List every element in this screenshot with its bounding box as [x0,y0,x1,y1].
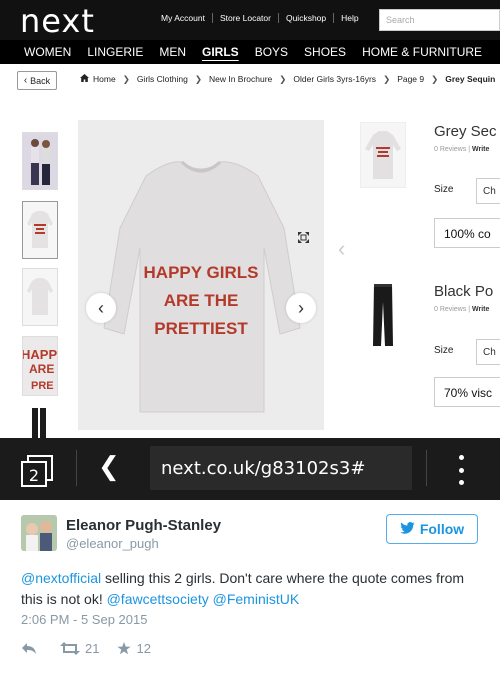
reply-button[interactable] [21,642,42,655]
related-product-1-image[interactable] [360,122,406,188]
related-product-2-composition: 70% visc [434,377,500,407]
nav-item-lingerie[interactable]: LINGERIE [79,45,151,59]
related-product-1-composition: 100% co [434,218,500,248]
print-line-2: ARE THE [164,291,239,310]
related-product-1-size-label: Size [434,184,454,195]
review-count: 0 Reviews [434,146,467,153]
chevron-right-icon: ❯ [194,74,202,84]
print-line-1: HAPPY GIRLS [144,263,259,282]
back-label: Back [30,75,51,86]
nav-item-girls[interactable]: GIRLS [194,45,247,59]
util-link-help[interactable]: Help [334,13,365,23]
write-review-link[interactable]: Write [472,306,489,313]
related-product-2-size-label: Size [434,345,454,356]
tabs-icon: 2 [21,455,53,487]
print-line-3: PRETTIEST [154,319,248,338]
overflow-menu-icon[interactable] [455,455,467,485]
like-button[interactable]: 12 [117,641,151,656]
breadcrumb-current: Grey Sequin [445,74,496,84]
breadcrumb-older-girls[interactable]: Older Girls 3yrs-16yrs [293,74,376,85]
svg-text:PRE: PRE [31,380,54,392]
like-count: 12 [136,641,151,656]
site-header: next My Account Store Locator Quickshop … [0,0,500,40]
browser-back-icon[interactable]: ❮ [98,452,120,482]
svg-text:ARE: ARE [29,362,54,376]
breadcrumb-trail: Home ❯ Girls Clothing ❯ New In Brochure … [80,74,495,85]
util-link-quickshop[interactable]: Quickshop [279,13,335,23]
utility-links: My Account Store Locator Quickshop Help [154,13,366,23]
chevron-right-icon: › [298,297,304,318]
breadcrumb-page[interactable]: Page 9 [397,74,424,85]
breadcrumb: ‹ Back Home ❯ Girls Clothing ❯ New In Bro… [0,64,500,96]
browser-toolbar: 2 ❮ next.co.uk/g83102s3# [0,438,500,500]
write-review-link[interactable]: Write [472,146,489,153]
mention-feministuk[interactable]: @FeministUK [213,591,300,607]
nav-item-boys[interactable]: BOYS [247,45,296,59]
reply-icon [22,643,36,654]
chevron-left-icon: ‹ [23,75,28,86]
tabs-button[interactable]: 2 [20,454,54,488]
util-link-store-locator[interactable]: Store Locator [213,13,279,23]
follow-label: Follow [419,521,465,537]
tab-count: 2 [29,466,39,485]
retweet-button[interactable]: 21 [60,641,99,656]
nav-item-women[interactable]: WOMEN [0,45,79,59]
next-image-button[interactable]: › [286,293,316,323]
thumbnail-print-closeup[interactable]: HAPPY ARE PRE [22,336,58,396]
tweet-text: @nextofficial selling this 2 girls. Don'… [21,568,481,610]
tweet-author-handle[interactable]: @eleanor_pugh [66,536,159,551]
tweet-actions: 21 12 [21,641,169,656]
toolbar-divider [76,450,77,486]
chevron-right-icon: ❯ [122,74,130,84]
nav-item-shoes[interactable]: SHOES [296,45,354,59]
nav-item-men[interactable]: MEN [151,45,194,59]
related-product-2-title[interactable]: Black Po [434,283,493,300]
thumbnail-model-legs[interactable] [22,406,58,438]
twitter-bird-icon [400,521,415,537]
chevron-right-icon: ❯ [431,74,439,84]
retweet-icon [60,642,80,655]
expand-icon[interactable] [298,231,309,246]
product-area: HAPPY ARE PRE HAPPY GIRLS ARE THE PRETTI… [0,96,500,438]
nav-item-home-furniture[interactable]: HOME & FURNITURE [354,45,490,59]
home-icon[interactable] [80,74,89,85]
chevron-right-icon: ❯ [383,74,391,84]
thumbnail-tshirt-back[interactable] [22,268,58,326]
related-product-2-image[interactable] [360,282,406,348]
breadcrumb-new-in-brochure[interactable]: New In Brochure [209,74,272,85]
search-input[interactable]: Search [379,9,500,31]
tweet-author-name[interactable]: Eleanor Pugh-Stanley [66,517,221,534]
review-count: 0 Reviews [434,306,467,313]
related-product-1-reviews[interactable]: 0 Reviews | Write [434,146,489,153]
tweet-timestamp[interactable]: 2:06 PM - 5 Sep 2015 [21,612,147,627]
svg-text:HAPPY: HAPPY [23,347,57,362]
thumbnail-tshirt-front[interactable] [22,201,58,259]
mention-fawcettsociety[interactable]: @fawcettsociety [107,591,209,607]
toolbar-divider [426,450,427,486]
breadcrumb-home[interactable]: Home [93,74,116,85]
back-button[interactable]: ‹ Back [17,71,57,90]
main-nav: WOMEN LINGERIE MEN GIRLS BOYS SHOES HOME… [0,40,500,64]
star-icon [117,642,132,655]
previous-image-button[interactable]: ‹ [86,293,116,323]
related-product-2-size-select[interactable]: Ch [476,339,500,365]
related-product-1-size-select[interactable]: Ch [476,178,500,204]
chevron-right-icon: ❯ [279,74,287,84]
avatar[interactable] [21,515,57,551]
related-previous-arrow-icon[interactable]: ‹ [338,236,345,262]
breadcrumb-girls-clothing[interactable]: Girls Clothing [137,74,188,85]
mention-nextofficial[interactable]: @nextofficial [21,570,101,586]
product-main-image[interactable]: HAPPY GIRLS ARE THE PRETTIEST [78,120,324,430]
retweet-count: 21 [85,641,100,656]
chevron-left-icon: ‹ [98,297,104,318]
thumbnail-model-photo[interactable] [22,132,58,190]
next-logo[interactable]: next [20,2,95,40]
tweet-card: Eleanor Pugh-Stanley @eleanor_pugh Follo… [0,500,500,674]
util-link-my-account[interactable]: My Account [154,13,213,23]
related-product-2-reviews[interactable]: 0 Reviews | Write [434,306,489,313]
url-field[interactable]: next.co.uk/g83102s3# [150,446,412,490]
related-product-1-title[interactable]: Grey Sec [434,123,497,140]
follow-button[interactable]: Follow [386,514,478,544]
